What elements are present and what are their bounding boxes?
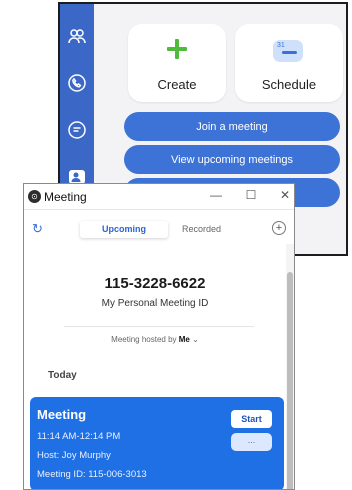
view-upcoming-meetings-button[interactable]: View upcoming meetings [124,145,340,174]
divider [64,326,254,327]
personal-meeting-id: 115-3228-6622 [104,275,206,292]
plus-icon [166,38,188,65]
minimize-button[interactable]: — [208,188,224,202]
join-meeting-button[interactable]: Join a meeting [124,112,340,141]
tab-recorded[interactable]: Recorded [182,224,221,234]
create-label: Create [157,77,197,92]
meeting-card[interactable]: Meeting 11:14 AM-12:14 PM Host: Joy Murp… [30,397,284,489]
personal-meeting-id-label: My Personal Meeting ID [101,298,209,309]
meeting-card-id: Meeting ID: 115-006-3013 [37,469,147,480]
meeting-card-title: Meeting [37,407,87,422]
phone-icon[interactable] [67,73,87,93]
tab-bar: ↻ Upcoming Recorded + [24,221,294,241]
section-today-label: Today [48,370,77,381]
chat-icon[interactable] [67,120,87,140]
meeting-window: ⊙ Meeting — ☐ ✕ ↻ Upcoming Recorded + 11… [23,183,295,490]
maximize-button[interactable]: ☐ [243,188,259,202]
calendar-icon: 31 [273,40,303,62]
create-tile[interactable]: Create [128,24,226,102]
chevron-down-icon: ⌄ [192,335,199,344]
zoom-app-icon: ⊙ [28,190,41,203]
contacts-icon[interactable] [67,26,87,46]
meeting-card-host: Host: Joy Murphy [37,450,111,461]
scrollbar-thumb[interactable] [287,272,293,489]
meeting-card-time: 11:14 AM-12:14 PM [37,431,121,442]
tab-upcoming[interactable]: Upcoming [80,221,168,238]
refresh-icon[interactable]: ↻ [32,221,43,237]
title-bar: ⊙ Meeting — ☐ ✕ [24,184,294,210]
schedule-tile[interactable]: 31 Schedule [235,24,343,102]
close-button[interactable]: ✕ [277,188,293,202]
window-title: Meeting [44,190,87,204]
start-button[interactable]: Start [231,410,272,428]
hosted-by-value: Me [178,335,190,344]
schedule-label: Schedule [261,77,317,92]
hosted-by-selector[interactable]: Meeting hosted by Me ⌄ [24,335,286,344]
more-options-button[interactable]: ... [231,433,272,451]
add-meeting-icon[interactable]: + [272,221,286,235]
hosted-by-prefix: Meeting hosted by [111,335,177,344]
